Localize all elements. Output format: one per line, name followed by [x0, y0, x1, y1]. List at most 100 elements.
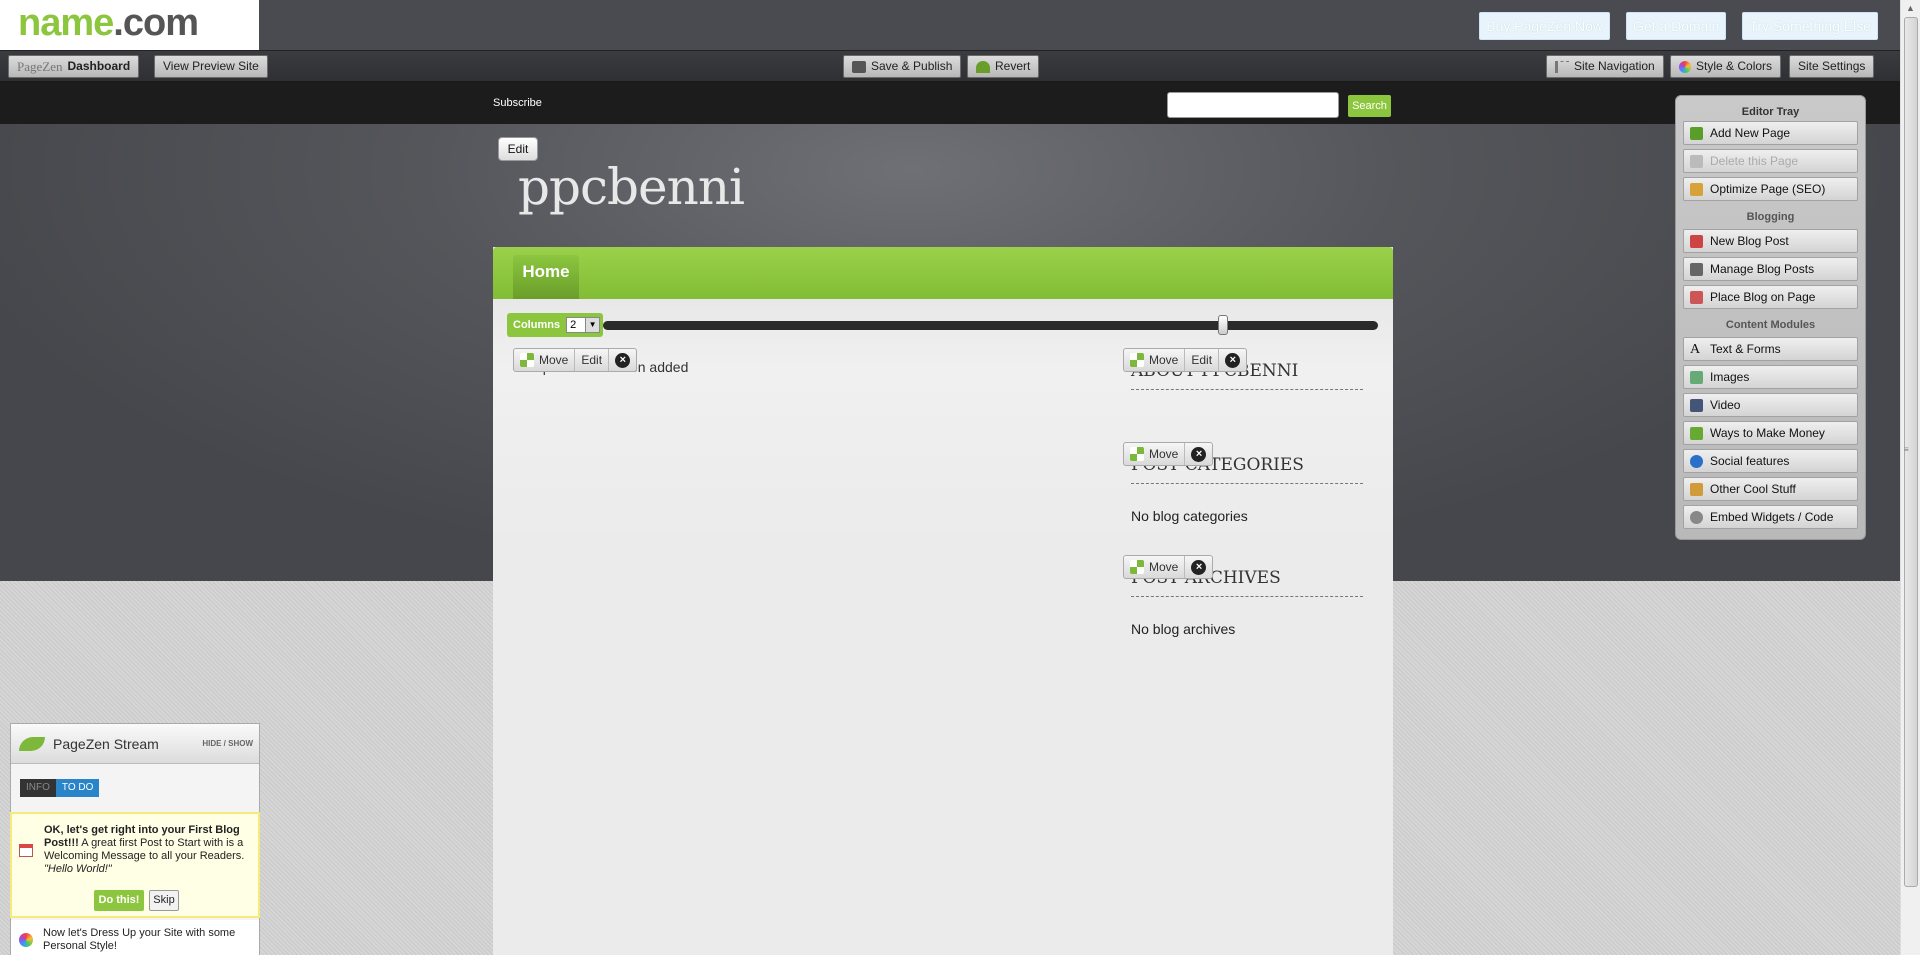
categories-widget-controls: Move × — [1123, 442, 1214, 466]
tray-item-label: Delete this Page — [1710, 154, 1799, 168]
site-nav-strip: Subscribe Search — [0, 82, 1900, 124]
place-blog-icon — [1690, 290, 1703, 304]
do-this-button[interactable]: Do this! — [94, 890, 144, 911]
vertical-scrollbar[interactable]: ▲ ≡ — [1900, 0, 1920, 955]
tray-item-add-new-page[interactable]: Add New Page — [1683, 121, 1858, 145]
editor-tray-title: Editor Tray — [1741, 106, 1800, 118]
content-modules-section-title: Content Modules — [1725, 319, 1816, 331]
archives-widget-controls: Move × — [1123, 555, 1214, 579]
buy-pagezen-button[interactable]: Buy PageZen Now — [1479, 12, 1610, 40]
site-navigation-button[interactable]: Site Navigation — [1546, 55, 1664, 78]
pagezen-logo: PageZen — [17, 59, 63, 74]
columns-select[interactable]: 2 ▼ — [566, 317, 601, 333]
namecom-logo[interactable]: name.com — [18, 2, 199, 45]
gear-icon — [1690, 510, 1703, 524]
stream-tabs: INFO TO DO — [20, 779, 100, 797]
next-todo-text: Now let's Dress Up your Site with some P… — [43, 927, 236, 952]
logo-container[interactable]: name.com — [0, 0, 259, 50]
hide-show-toggle[interactable]: HIDE / SHOW — [202, 739, 253, 748]
columns-label: Columns — [513, 319, 561, 331]
move-button[interactable]: Move — [1124, 349, 1186, 371]
close-icon: × — [615, 352, 631, 368]
site-settings-label: Site Settings — [1798, 59, 1866, 73]
chevron-down-icon: ▼ — [585, 318, 600, 332]
save-icon — [852, 60, 866, 73]
revert-button[interactable]: Revert — [967, 55, 1040, 78]
site-settings-button[interactable]: Site Settings — [1789, 55, 1875, 78]
slider-handle[interactable] — [1218, 315, 1228, 335]
tray-item-label: Video — [1710, 398, 1741, 412]
get-domain-button[interactable]: Get a Domain — [1625, 12, 1727, 40]
image-icon — [1690, 370, 1703, 384]
tray-item-delete-this-page[interactable]: Delete this Page — [1683, 149, 1858, 173]
edit-button[interactable]: Edit — [1185, 349, 1220, 371]
site-navigation-label: Site Navigation — [1574, 59, 1655, 73]
calendar-icon — [19, 844, 33, 857]
save-publish-label: Save & Publish — [871, 59, 953, 73]
main-widget-controls: Move Edit × — [513, 348, 638, 372]
edit-button[interactable]: Edit — [575, 349, 610, 371]
seo-icon — [1690, 182, 1703, 196]
leaf-icon — [19, 736, 45, 751]
tray-item-ways-to-make-money[interactable]: Ways to Make Money — [1683, 421, 1858, 445]
move-button[interactable]: Move — [1124, 556, 1186, 578]
tab-info[interactable]: INFO — [20, 779, 56, 797]
move-button[interactable]: Move — [1124, 443, 1186, 465]
remove-button[interactable]: × — [1219, 349, 1246, 371]
tray-item-images[interactable]: Images — [1683, 365, 1858, 389]
tray-item-text-forms[interactable]: A Text & Forms — [1683, 337, 1858, 361]
tab-todo[interactable]: TO DO — [55, 779, 100, 797]
subscribe-link[interactable]: Subscribe — [493, 97, 542, 109]
navigation-icon — [1555, 60, 1569, 73]
columns-control: Columns 2 ▼ — [507, 313, 603, 337]
pagezen-stream-panel: PageZen Stream HIDE / SHOW INFO TO DO OK… — [10, 723, 260, 955]
tray-item-place-blog-on-page[interactable]: Place Blog on Page — [1683, 285, 1858, 309]
try-something-else-button[interactable]: Try Something Else — [1742, 12, 1878, 40]
view-preview-label: View Preview Site — [163, 59, 259, 73]
columns-value: 2 — [570, 319, 577, 331]
search-input[interactable] — [1167, 92, 1339, 118]
tray-item-label: Optimize Page (SEO) — [1710, 182, 1826, 196]
remove-button[interactable]: × — [1185, 443, 1212, 465]
remove-button[interactable]: × — [1185, 556, 1212, 578]
video-icon — [1690, 398, 1703, 412]
tray-item-new-blog-post[interactable]: New Blog Post — [1683, 229, 1858, 253]
move-button[interactable]: Move — [514, 349, 576, 371]
tray-item-embed-widgets-code[interactable]: Embed Widgets / Code — [1683, 505, 1858, 529]
remove-button[interactable]: × — [609, 349, 636, 371]
no-categories-text: No blog categories — [1131, 508, 1248, 524]
skip-button[interactable]: Skip — [149, 890, 179, 911]
tray-item-label: Social features — [1710, 454, 1790, 468]
tray-item-label: Ways to Make Money — [1710, 426, 1825, 440]
todo-card: OK, let's get right into your First Blog… — [10, 812, 260, 918]
save-publish-button[interactable]: Save & Publish — [843, 55, 962, 78]
thumbs-up-icon — [1690, 482, 1703, 496]
speech-bubble-icon — [1690, 454, 1703, 468]
search-button[interactable]: Search — [1348, 95, 1391, 117]
promo-buttons: Buy PageZen Now Get a Domain Try Somethi… — [1479, 12, 1878, 40]
scroll-up-icon[interactable]: ▲ — [1901, 0, 1920, 17]
style-colors-label: Style & Colors — [1696, 59, 1773, 73]
close-icon: × — [1191, 446, 1207, 462]
column-width-slider[interactable] — [603, 321, 1378, 330]
tray-item-manage-blog-posts[interactable]: Manage Blog Posts — [1683, 257, 1858, 281]
delete-page-icon — [1690, 154, 1703, 168]
tray-item-label: Embed Widgets / Code — [1710, 510, 1834, 524]
move-icon — [520, 353, 534, 367]
dashboard-button[interactable]: PageZen Dashboard — [8, 55, 140, 78]
new-post-icon — [1690, 234, 1703, 248]
dollar-icon — [1690, 426, 1703, 440]
tray-item-other-cool-stuff[interactable]: Other Cool Stuff — [1683, 477, 1858, 501]
tray-item-label: Add New Page — [1710, 126, 1791, 140]
color-wheel-icon — [19, 933, 33, 947]
blogging-section-title: Blogging — [1746, 211, 1795, 223]
editor-toolbar: PageZen Dashboard View Preview Site Save… — [0, 50, 1900, 82]
tray-item-video[interactable]: Video — [1683, 393, 1858, 417]
tray-item-optimize-page-seo[interactable]: Optimize Page (SEO) — [1683, 177, 1858, 201]
text-icon: A — [1690, 341, 1701, 357]
view-preview-button[interactable]: View Preview Site — [154, 55, 268, 78]
style-colors-button[interactable]: Style & Colors — [1670, 55, 1782, 78]
menu-item-home[interactable]: Home — [513, 255, 579, 299]
tray-item-social-features[interactable]: Social features — [1683, 449, 1858, 473]
color-wheel-icon — [1679, 60, 1691, 73]
